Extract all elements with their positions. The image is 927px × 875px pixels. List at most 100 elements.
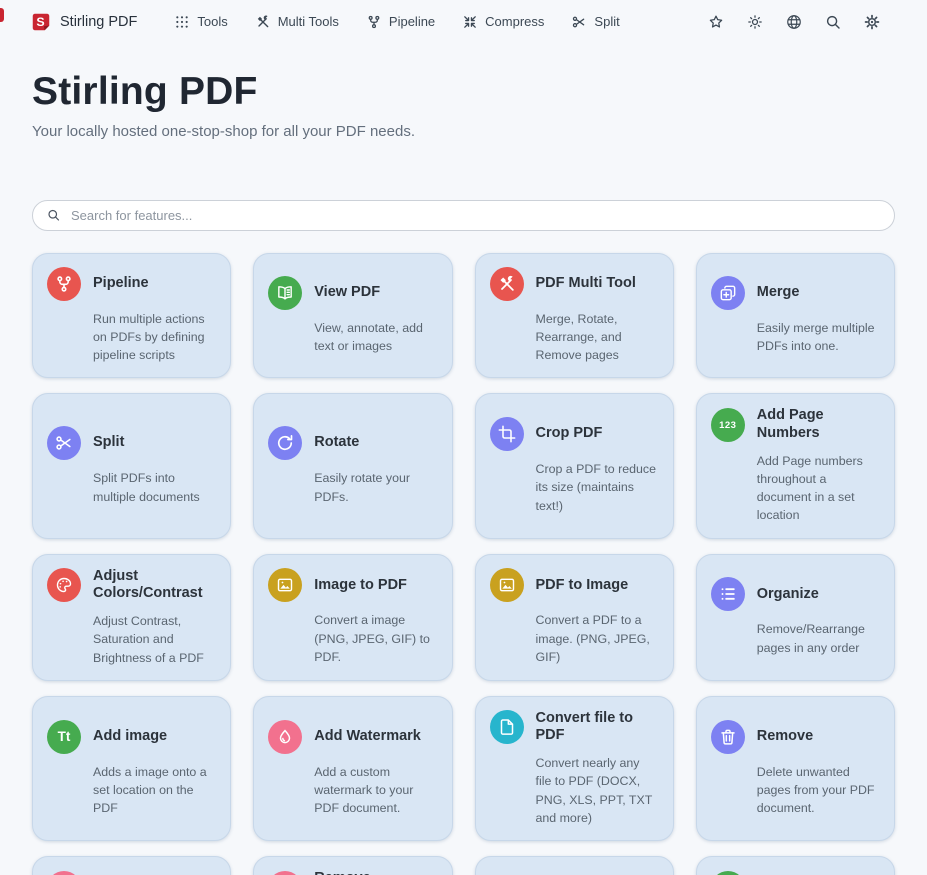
card-description: Run multiple actions on PDFs by defining… bbox=[93, 310, 216, 365]
search-icon bbox=[46, 208, 61, 223]
card-title: Add image bbox=[93, 728, 167, 746]
image-icon bbox=[268, 568, 302, 602]
card-adjust-colors-contrast[interactable]: Adjust Colors/Contrast Adjust Contrast, … bbox=[32, 554, 231, 681]
lock-open-icon bbox=[268, 871, 302, 875]
card-title: Add Watermark bbox=[314, 728, 421, 746]
card-title: Adjust Colors/Contrast bbox=[93, 568, 216, 603]
card-title: Split bbox=[93, 434, 124, 452]
card-add-watermark[interactable]: Add Watermark Add a custom watermark to … bbox=[253, 696, 452, 841]
list-icon bbox=[711, 577, 745, 611]
page-numbers-icon: 123 bbox=[711, 408, 745, 442]
card-description: Convert a image (PNG, JPEG, GIF) to PDF. bbox=[314, 611, 437, 666]
nav-item-pipeline[interactable]: Pipeline bbox=[366, 14, 435, 30]
palette-icon bbox=[47, 568, 81, 602]
card-description: Adjust Contrast, Saturation and Brightne… bbox=[93, 612, 216, 667]
edge-red-sliver bbox=[0, 8, 4, 22]
page-subtitle: Your locally hosted one-stop-shop for al… bbox=[32, 123, 895, 140]
card-description: Add a custom watermark to your PDF docum… bbox=[314, 763, 437, 818]
card-crop-pdf[interactable]: Crop PDF Crop a PDF to reduce its size (… bbox=[475, 393, 674, 538]
card-merge[interactable]: Merge Easily merge multiple PDFs into on… bbox=[696, 253, 895, 379]
sun-icon bbox=[746, 13, 764, 31]
card-title: Remove Password bbox=[314, 870, 437, 875]
card-rotate[interactable]: Rotate Easily rotate your PDFs. bbox=[253, 393, 452, 538]
card-compress[interactable]: Compress Compress PDFs to reduce their f… bbox=[475, 856, 674, 875]
card-description: View, annotate, add text or images bbox=[314, 319, 437, 355]
card-description: Adds a image onto a set location on the … bbox=[93, 763, 216, 818]
card-remove[interactable]: Remove Delete unwanted pages from your P… bbox=[696, 696, 895, 841]
crop-icon bbox=[490, 417, 524, 451]
nav-item-multi-tools[interactable]: Multi Tools bbox=[255, 14, 339, 30]
card-view-pdf[interactable]: View PDF View, annotate, add text or ima… bbox=[253, 253, 452, 379]
card-title: Pipeline bbox=[93, 275, 149, 293]
action-search[interactable] bbox=[824, 13, 842, 31]
card-change-metadata[interactable]: Change Metadata Change/Remove/Add metada… bbox=[696, 856, 895, 875]
card-image-to-pdf[interactable]: Image to PDF Convert a image (PNG, JPEG,… bbox=[253, 554, 452, 681]
card-split[interactable]: Split Split PDFs into multiple documents bbox=[32, 393, 231, 538]
card-title: Crop PDF bbox=[536, 425, 603, 443]
gear-icon bbox=[863, 13, 881, 31]
star-icon bbox=[707, 13, 725, 31]
card-add-page-numbers[interactable]: 123 Add Page Numbers Add Page numbers th… bbox=[696, 393, 895, 538]
page-title: Stirling PDF bbox=[32, 70, 895, 114]
nav-item-compress[interactable]: Compress bbox=[462, 14, 544, 30]
action-theme-toggle[interactable] bbox=[746, 13, 764, 31]
search-icon bbox=[824, 13, 842, 31]
card-title: Remove bbox=[757, 728, 813, 746]
pipeline-icon bbox=[47, 267, 81, 301]
file-icon bbox=[490, 710, 524, 744]
card-organize[interactable]: Organize Remove/Rearrange pages in any o… bbox=[696, 554, 895, 681]
card-description: Easily rotate your PDFs. bbox=[314, 469, 437, 505]
card-title: Add Page Numbers bbox=[757, 407, 880, 442]
card-title: Organize bbox=[757, 586, 819, 604]
card-title: PDF Multi Tool bbox=[536, 275, 636, 293]
action-favourites[interactable] bbox=[707, 13, 725, 31]
scissors-icon bbox=[47, 426, 81, 460]
card-add-password[interactable]: Add Password Encrypt your PDF document w… bbox=[32, 856, 231, 875]
card-pdf-multi-tool[interactable]: PDF Multi Tool Merge, Rotate, Rearrange,… bbox=[475, 253, 674, 379]
trash-icon bbox=[711, 720, 745, 754]
card-pipeline[interactable]: Pipeline Run multiple actions on PDFs by… bbox=[32, 253, 231, 379]
card-add-image[interactable]: Tt Add image Adds a image onto a set loc… bbox=[32, 696, 231, 841]
nav-actions bbox=[707, 13, 881, 31]
stirling-logo-icon: S bbox=[30, 11, 52, 33]
card-description: Convert a PDF to a image. (PNG, JPEG, GI… bbox=[536, 611, 659, 666]
text-icon: Tt bbox=[47, 720, 81, 754]
tools-icon bbox=[490, 267, 524, 301]
rotate-icon bbox=[268, 426, 302, 460]
action-language[interactable] bbox=[785, 13, 803, 31]
droplet-icon bbox=[268, 720, 302, 754]
card-title: Image to PDF bbox=[314, 577, 407, 595]
nav-item-tools[interactable]: Tools bbox=[174, 14, 227, 30]
pipeline-icon bbox=[366, 14, 382, 30]
image-icon bbox=[490, 568, 524, 602]
card-description: Crop a PDF to reduce its size (maintains… bbox=[536, 460, 659, 515]
compress-icon bbox=[462, 14, 478, 30]
tool-card-grid: Pipeline Run multiple actions on PDFs by… bbox=[32, 253, 895, 875]
action-settings[interactable] bbox=[863, 13, 881, 31]
grid-icon bbox=[174, 14, 190, 30]
card-convert-file-to-pdf[interactable]: Convert file to PDF Convert nearly any f… bbox=[475, 696, 674, 841]
card-pdf-to-image[interactable]: PDF to Image Convert a PDF to a image. (… bbox=[475, 554, 674, 681]
search-input[interactable] bbox=[32, 200, 895, 231]
tools-icon bbox=[255, 14, 271, 30]
brand-label: Stirling PDF bbox=[60, 14, 137, 30]
card-description: Delete unwanted pages from your PDF docu… bbox=[757, 763, 880, 818]
card-title: Convert file to PDF bbox=[536, 710, 659, 745]
globe-icon bbox=[785, 13, 803, 31]
navbar: S Stirling PDF Tools Multi Tools Pipelin… bbox=[0, 0, 927, 34]
card-description: Merge, Rotate, Rearrange, and Remove pag… bbox=[536, 310, 659, 365]
brand-home-link[interactable]: S Stirling PDF bbox=[30, 11, 137, 33]
merge-icon bbox=[711, 276, 745, 310]
card-remove-password[interactable]: Remove Password Remove password protecti… bbox=[253, 856, 452, 875]
clipboard-icon bbox=[711, 871, 745, 875]
book-open-icon bbox=[268, 276, 302, 310]
card-description: Easily merge multiple PDFs into one. bbox=[757, 319, 880, 355]
nav-menu: Tools Multi Tools Pipeline Compress Spli… bbox=[174, 14, 619, 30]
card-description: Convert nearly any file to PDF (DOCX, PN… bbox=[536, 754, 659, 827]
card-title: View PDF bbox=[314, 284, 380, 302]
search-bar bbox=[32, 200, 895, 231]
logo-letter: S bbox=[36, 15, 44, 29]
nav-item-split[interactable]: Split bbox=[571, 14, 619, 30]
card-description: Split PDFs into multiple documents bbox=[93, 469, 216, 505]
card-description: Add Page numbers throughout a document i… bbox=[757, 452, 880, 525]
